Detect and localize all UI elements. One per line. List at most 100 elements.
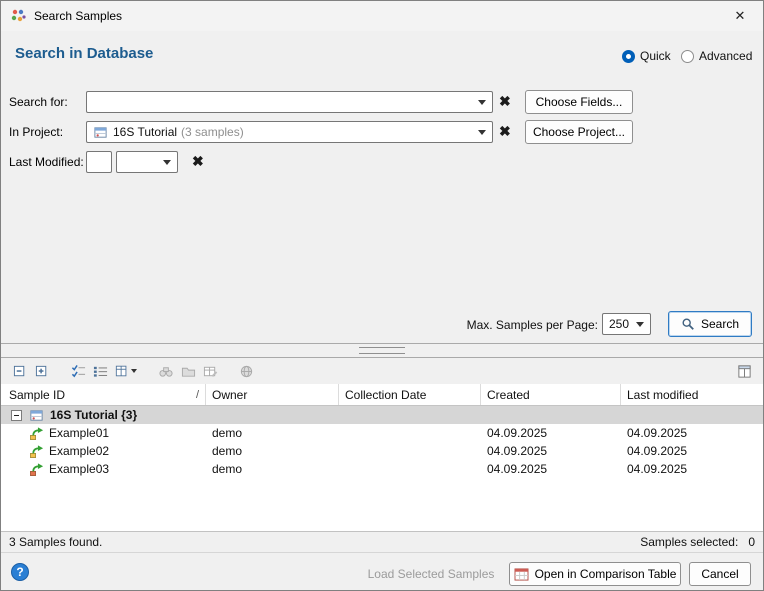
last-modified-input[interactable] [87, 152, 111, 172]
column-header-sample-id[interactable]: Sample ID / [1, 384, 206, 405]
radio-quick-label: Quick [640, 49, 671, 63]
app-logo-icon [10, 8, 26, 24]
collapse-all-button[interactable] [9, 361, 31, 381]
search-button-label: Search [701, 317, 739, 331]
status-bar: 3 Samples found. Samples selected: 0 [1, 531, 763, 552]
radio-quick-control[interactable] [622, 50, 635, 63]
samples-found-text: 3 Samples found. [9, 535, 102, 549]
table-columns-button[interactable] [733, 361, 755, 381]
search-icon [681, 317, 695, 331]
table-row[interactable]: Example01 demo 04.09.2025 04.09.2025 [1, 424, 763, 442]
radio-advanced-control[interactable] [681, 50, 694, 63]
clear-last-modified-icon[interactable]: ✖ [192, 154, 204, 168]
search-button[interactable]: Search [668, 311, 752, 337]
expand-all-icon [35, 364, 50, 379]
radio-advanced[interactable]: Advanced [681, 49, 752, 63]
list-view-icon [93, 364, 108, 379]
title-bar: Search Samples ✕ [1, 1, 763, 31]
collection-date-cell [339, 460, 481, 478]
column-header-owner[interactable]: Owner [206, 384, 339, 405]
table-header: Sample ID / Owner Collection Date Create… [1, 384, 763, 406]
project-name: 16S Tutorial [113, 125, 177, 139]
find-sample-button[interactable] [155, 361, 177, 381]
page-title: Search in Database [15, 45, 153, 62]
results-pane: Sample ID / Owner Collection Date Create… [1, 357, 763, 531]
column-filter-button[interactable] [111, 361, 141, 381]
radio-quick[interactable]: Quick [622, 49, 671, 63]
table-edit-icon [203, 364, 218, 379]
last-modified-cell: 04.09.2025 [621, 442, 763, 460]
sample-id: Example02 [49, 444, 109, 458]
results-toolbar [1, 358, 763, 384]
samples-selected-label: Samples selected: [640, 535, 738, 549]
chevron-down-icon[interactable] [163, 160, 171, 165]
sample-icon [29, 426, 45, 441]
collapse-group-icon[interactable] [11, 410, 22, 421]
search-for-input[interactable] [93, 92, 472, 112]
comparison-table-icon [514, 568, 529, 581]
samples-selected-value: 0 [748, 535, 755, 549]
column-filter-icon [115, 364, 129, 378]
search-samples-dialog: Search Samples ✕ Search in Database Quic… [0, 0, 764, 591]
check-selection-icon [71, 364, 86, 379]
chevron-down-icon[interactable] [478, 100, 486, 105]
window-title: Search Samples [34, 9, 122, 23]
project-sample-count: (3 samples) [181, 125, 244, 139]
footer-bar: ? Load Selected Samples Open in Comparis… [1, 552, 763, 590]
chevron-down-icon [131, 369, 137, 373]
pane-splitter[interactable] [1, 345, 763, 357]
help-icon[interactable]: ? [11, 563, 29, 581]
open-sample-button[interactable] [177, 361, 199, 381]
last-modified-value-field[interactable] [86, 151, 112, 173]
open-in-comparison-table-label: Open in Comparison Table [535, 567, 677, 581]
column-header-last-modified[interactable]: Last modified [621, 384, 763, 405]
last-modified-unit-combobox[interactable] [116, 151, 178, 173]
column-header-created[interactable]: Created [481, 384, 621, 405]
choose-fields-button[interactable]: Choose Fields... [525, 90, 633, 114]
project-icon [93, 125, 108, 140]
select-rows-button[interactable] [67, 361, 89, 381]
web-lookup-button[interactable] [235, 361, 257, 381]
owner-cell: demo [206, 460, 339, 478]
table-row[interactable]: Example02 demo 04.09.2025 04.09.2025 [1, 442, 763, 460]
in-project-combobox[interactable]: 16S Tutorial (3 samples) [86, 121, 493, 143]
chevron-down-icon[interactable] [478, 130, 486, 135]
search-pane: Search in Database Quick Advanced Search… [1, 31, 763, 344]
close-icon[interactable]: ✕ [717, 1, 763, 31]
chevron-down-icon[interactable] [636, 322, 644, 327]
created-cell: 04.09.2025 [481, 442, 621, 460]
group-row-project[interactable]: 16S Tutorial {3} [1, 406, 763, 424]
sample-id: Example03 [49, 462, 109, 476]
clear-project-icon[interactable]: ✖ [499, 124, 511, 138]
last-modified-cell: 04.09.2025 [621, 424, 763, 442]
sample-icon [29, 462, 45, 477]
table-columns-icon [737, 364, 752, 379]
max-samples-combobox[interactable]: 250 [602, 313, 651, 335]
sample-id: Example01 [49, 426, 109, 440]
max-samples-label: Max. Samples per Page: [456, 318, 598, 332]
last-modified-label: Last Modified: [9, 155, 84, 169]
sample-icon [29, 444, 45, 459]
list-view-button[interactable] [89, 361, 111, 381]
folder-icon [181, 364, 196, 379]
open-in-comparison-table-button[interactable]: Open in Comparison Table [509, 562, 681, 586]
cancel-button[interactable]: Cancel [689, 562, 751, 586]
search-for-combobox[interactable] [86, 91, 493, 113]
collapse-all-icon [13, 364, 28, 379]
column-header-collection-date[interactable]: Collection Date [339, 384, 481, 405]
clear-search-icon[interactable]: ✖ [499, 94, 511, 108]
choose-project-button[interactable]: Choose Project... [525, 120, 633, 144]
load-selected-samples-button[interactable]: Load Selected Samples [363, 562, 499, 586]
sort-ascending-icon[interactable]: / [196, 389, 205, 401]
created-cell: 04.09.2025 [481, 460, 621, 478]
table-row[interactable]: Example03 demo 04.09.2025 04.09.2025 [1, 460, 763, 478]
splitter-handle-icon[interactable] [359, 347, 405, 354]
expand-all-button[interactable] [31, 361, 53, 381]
radio-advanced-label: Advanced [699, 49, 752, 63]
edit-table-button[interactable] [199, 361, 221, 381]
group-label: 16S Tutorial {3} [50, 408, 137, 422]
owner-cell: demo [206, 442, 339, 460]
last-modified-cell: 04.09.2025 [621, 460, 763, 478]
collection-date-cell [339, 442, 481, 460]
in-project-label: In Project: [9, 125, 63, 139]
